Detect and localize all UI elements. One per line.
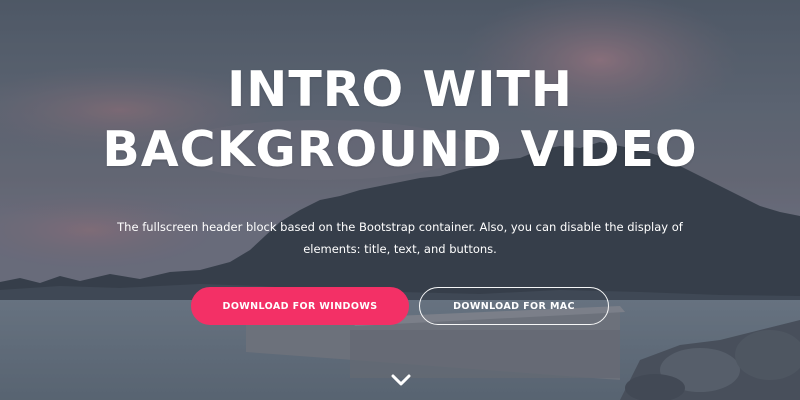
hero-title: INTRO WITH BACKGROUND VIDEO [0,60,800,180]
hero-title-line-1: INTRO WITH [227,61,573,118]
hero-content: INTRO WITH BACKGROUND VIDEO The fullscre… [0,60,800,260]
download-mac-button[interactable]: DOWNLOAD FOR MAC [419,287,609,325]
hero-subtitle-line-1: The fullscreen header block based on the… [117,220,683,234]
chevron-down-icon[interactable] [390,372,412,390]
download-windows-button[interactable]: DOWNLOAD FOR WINDOWS [191,287,409,325]
hero-subtitle-line-2: elements: title, text, and buttons. [303,242,497,256]
hero-buttons: DOWNLOAD FOR WINDOWS DOWNLOAD FOR MAC [0,287,800,325]
hero-subtitle: The fullscreen header block based on the… [115,216,685,260]
hero-title-line-2: BACKGROUND VIDEO [102,121,698,178]
hero-section: INTRO WITH BACKGROUND VIDEO The fullscre… [0,0,800,400]
